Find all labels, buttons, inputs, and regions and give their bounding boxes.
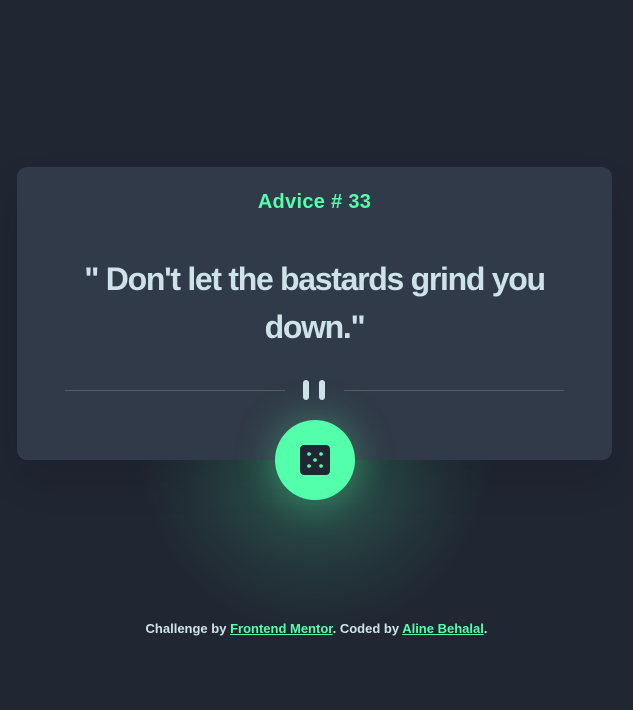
pause-bar-right bbox=[319, 380, 325, 400]
attribution-middle: . Coded by bbox=[332, 621, 403, 636]
page: Advice # 33 " Don't let the bastards gri… bbox=[0, 0, 633, 710]
attribution-prefix: Challenge by bbox=[145, 621, 231, 636]
advice-quote: " Don't let the bastards grind you down.… bbox=[84, 261, 546, 345]
advice-heading: Advice # 33 bbox=[257, 191, 372, 213]
frontend-mentor-link[interactable]: Frontend Mentor bbox=[230, 621, 333, 636]
pause-bar-left bbox=[303, 380, 309, 400]
attribution-suffix: . bbox=[483, 621, 488, 636]
pause-icon bbox=[303, 380, 325, 400]
generate-advice-button[interactable] bbox=[275, 420, 355, 500]
advice-card: Advice # 33 " Don't let the bastards gri… bbox=[17, 167, 612, 460]
attribution: Challenge by Frontend Mentor. Coded by A… bbox=[0, 621, 633, 636]
author-link[interactable]: Aline Behalal bbox=[402, 621, 484, 636]
divider-line-right bbox=[344, 390, 564, 391]
dice-icon bbox=[300, 445, 330, 475]
pattern-divider bbox=[65, 380, 564, 400]
divider-line-left bbox=[65, 390, 285, 391]
